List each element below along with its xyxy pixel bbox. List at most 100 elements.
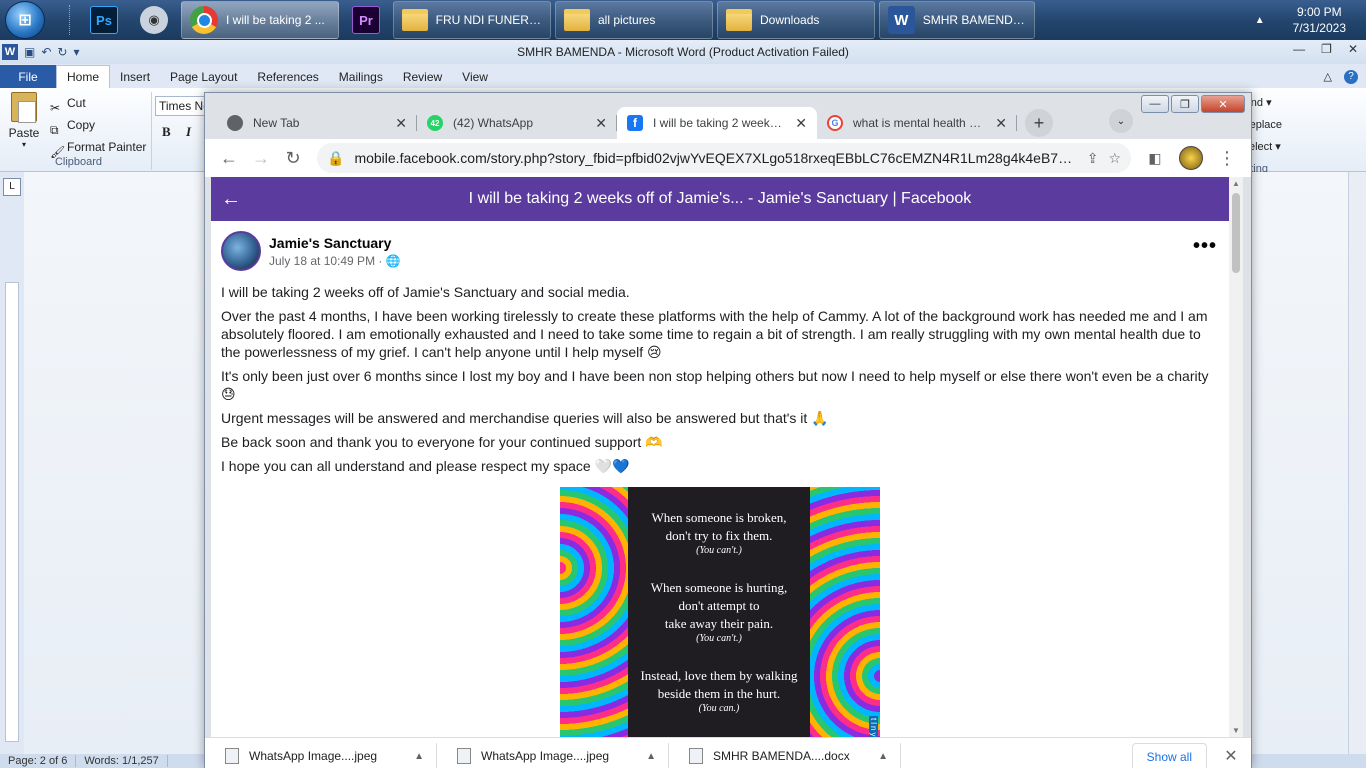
tab-selector-button[interactable]: L — [3, 178, 21, 196]
download-item[interactable]: WhatsApp Image....jpeg ▲ — [205, 743, 437, 768]
scroll-down-icon[interactable]: ▼ — [1232, 726, 1240, 735]
scroll-up-icon[interactable]: ▲ — [1232, 179, 1240, 188]
close-shelf-icon[interactable]: ✕ — [1221, 743, 1241, 768]
avatar[interactable] — [221, 231, 261, 271]
vertical-ruler: L — [0, 172, 24, 754]
back-button[interactable]: ← — [213, 142, 245, 174]
tray-expand-icon[interactable]: ▲ — [1255, 15, 1265, 26]
word-scrollbar[interactable] — [1348, 172, 1366, 754]
cut-button[interactable]: ✂ Cut — [50, 92, 146, 115]
page-count[interactable]: Page: 2 of 6 — [0, 755, 77, 767]
tab-view[interactable]: View — [452, 65, 498, 88]
paste-button[interactable]: Paste ▾ — [6, 92, 42, 149]
show-all-downloads-button[interactable]: Show all — [1131, 743, 1207, 768]
folder-icon — [564, 9, 590, 31]
bookmark-star-icon[interactable]: ☆ — [1108, 150, 1121, 167]
clock[interactable]: 9:00 PM 7/31/2023 — [1293, 4, 1346, 36]
tab-review[interactable]: Review — [393, 65, 452, 88]
chevron-up-icon[interactable]: ▲ — [878, 751, 888, 762]
maximize-button[interactable]: ❐ — [1171, 95, 1199, 113]
post-author[interactable]: Jamie's Sanctuary — [269, 235, 401, 251]
ribbon-controls: △ ? — [1324, 65, 1358, 88]
format-painter-button[interactable]: 🖌 Format Painter — [50, 136, 147, 159]
file-tab[interactable]: File — [0, 65, 56, 88]
tab-new-tab[interactable]: New Tab ✕ — [217, 107, 417, 139]
taskbar-pin-premiere[interactable]: Pr — [343, 1, 389, 39]
taskbar-task-label: SMHR BAMENDA... — [922, 13, 1026, 27]
quote-line: beside them in the hurt. — [657, 686, 781, 701]
taskbar-task-folder-downloads[interactable]: Downloads — [717, 1, 875, 39]
tab-references[interactable]: References — [247, 65, 328, 88]
tab-whatsapp[interactable]: 42 (42) WhatsApp ✕ — [417, 107, 617, 139]
tab-search-button[interactable]: ⌄ — [1109, 109, 1133, 133]
reload-button[interactable]: ↻ — [277, 142, 309, 174]
photoshop-icon: Ps — [90, 6, 118, 34]
taskbar-separator — [69, 5, 71, 35]
close-tab-icon[interactable]: ✕ — [595, 115, 607, 132]
quote-line: don't attempt to — [678, 598, 760, 613]
collapse-ribbon-icon[interactable]: △ — [1324, 70, 1332, 83]
quote-decoration — [810, 487, 880, 737]
page-scrollbar[interactable]: ▲ ▼ — [1229, 177, 1243, 737]
taskbar-task-label: FRU NDI FUNERAL — [435, 13, 542, 27]
tab-insert[interactable]: Insert — [110, 65, 160, 88]
tab-home[interactable]: Home — [56, 65, 111, 88]
word-count[interactable]: Words: 1/1,257 — [76, 755, 168, 767]
taskbar-task-label: I will be taking 2 ... — [226, 13, 325, 27]
tab-mailings[interactable]: Mailings — [329, 65, 393, 88]
close-button[interactable]: ✕ — [1201, 95, 1245, 113]
post-time: July 18 at 10:49 PM · 🌐 — [269, 254, 401, 268]
menu-kebab-icon[interactable]: ⋮ — [1211, 142, 1243, 174]
folder-icon — [726, 9, 752, 31]
minimize-icon[interactable]: — — [1293, 42, 1305, 56]
maximize-icon[interactable]: ❐ — [1321, 42, 1332, 56]
tab-page-layout[interactable]: Page Layout — [160, 65, 247, 88]
taskbar-task-chrome[interactable]: I will be taking 2 ... — [181, 1, 339, 39]
post-image[interactable]: When someone is broken, don't try to fix… — [560, 487, 880, 737]
clock-time: 9:00 PM — [1296, 5, 1342, 19]
format-painter-label: Format Painter — [67, 140, 147, 154]
forward-button[interactable]: → — [245, 142, 277, 174]
scissors-icon: ✂ — [50, 101, 61, 115]
side-panel-icon[interactable]: ◧ — [1139, 142, 1171, 174]
download-name: WhatsApp Image....jpeg — [481, 749, 610, 763]
close-icon[interactable]: ✕ — [1348, 42, 1358, 56]
bold-button[interactable]: B — [162, 124, 171, 140]
chevron-up-icon[interactable]: ▲ — [414, 751, 424, 762]
download-item[interactable]: WhatsApp Image....jpeg ▲ — [437, 743, 669, 768]
taskbar-task-folder-pictures[interactable]: all pictures — [555, 1, 713, 39]
italic-button[interactable]: I — [186, 124, 191, 140]
taskbar-task-folder-funeral[interactable]: FRU NDI FUNERAL — [393, 1, 551, 39]
download-item[interactable]: SMHR BAMENDA....docx ▲ — [669, 743, 901, 768]
close-tab-icon[interactable]: ✕ — [395, 115, 407, 132]
close-tab-icon[interactable]: ✕ — [995, 115, 1007, 132]
scrollbar-thumb[interactable] — [1232, 193, 1240, 273]
chevron-up-icon[interactable]: ▲ — [646, 751, 656, 762]
image-watermark: tlnyb — [869, 716, 878, 737]
copy-button[interactable]: ⧉ Copy — [50, 114, 146, 137]
tab-label: New Tab — [253, 116, 300, 130]
chrome-icon — [190, 6, 218, 34]
back-arrow-icon[interactable]: ← — [211, 188, 251, 211]
post-paragraph: I will be taking 2 weeks off of Jamie's … — [221, 284, 630, 300]
copy-icon: ⧉ — [50, 123, 59, 137]
taskbar-task-word[interactable]: W SMHR BAMENDA... — [879, 1, 1035, 39]
new-tab-button[interactable]: + — [1025, 109, 1053, 137]
start-button[interactable]: ⊞ — [5, 1, 45, 39]
download-name: SMHR BAMENDA....docx — [713, 749, 850, 763]
profile-avatar[interactable] — [1179, 146, 1203, 170]
tab-facebook[interactable]: f I will be taking 2 weeks of ✕ — [617, 107, 817, 139]
post-body: I will be taking 2 weeks off of Jamie's … — [211, 271, 1229, 475]
tab-google[interactable]: G what is mental health and ✕ — [817, 107, 1017, 139]
close-tab-icon[interactable]: ✕ — [795, 115, 807, 132]
lock-icon[interactable]: 🔒 — [327, 150, 344, 167]
more-options-icon[interactable]: ••• — [1193, 235, 1217, 258]
clock-date: 7/31/2023 — [1292, 21, 1346, 35]
address-bar[interactable]: 🔒 mobile.facebook.com/story.php?story_fb… — [317, 143, 1131, 173]
taskbar-pin-camera[interactable]: ◉ — [131, 1, 177, 39]
share-icon[interactable]: ⇪ — [1087, 150, 1099, 167]
taskbar-pin-photoshop[interactable]: Ps — [81, 1, 127, 39]
help-icon[interactable]: ? — [1344, 69, 1358, 84]
post-timestamp[interactable]: July 18 at 10:49 PM · — [269, 254, 386, 268]
minimize-button[interactable]: — — [1141, 95, 1169, 113]
